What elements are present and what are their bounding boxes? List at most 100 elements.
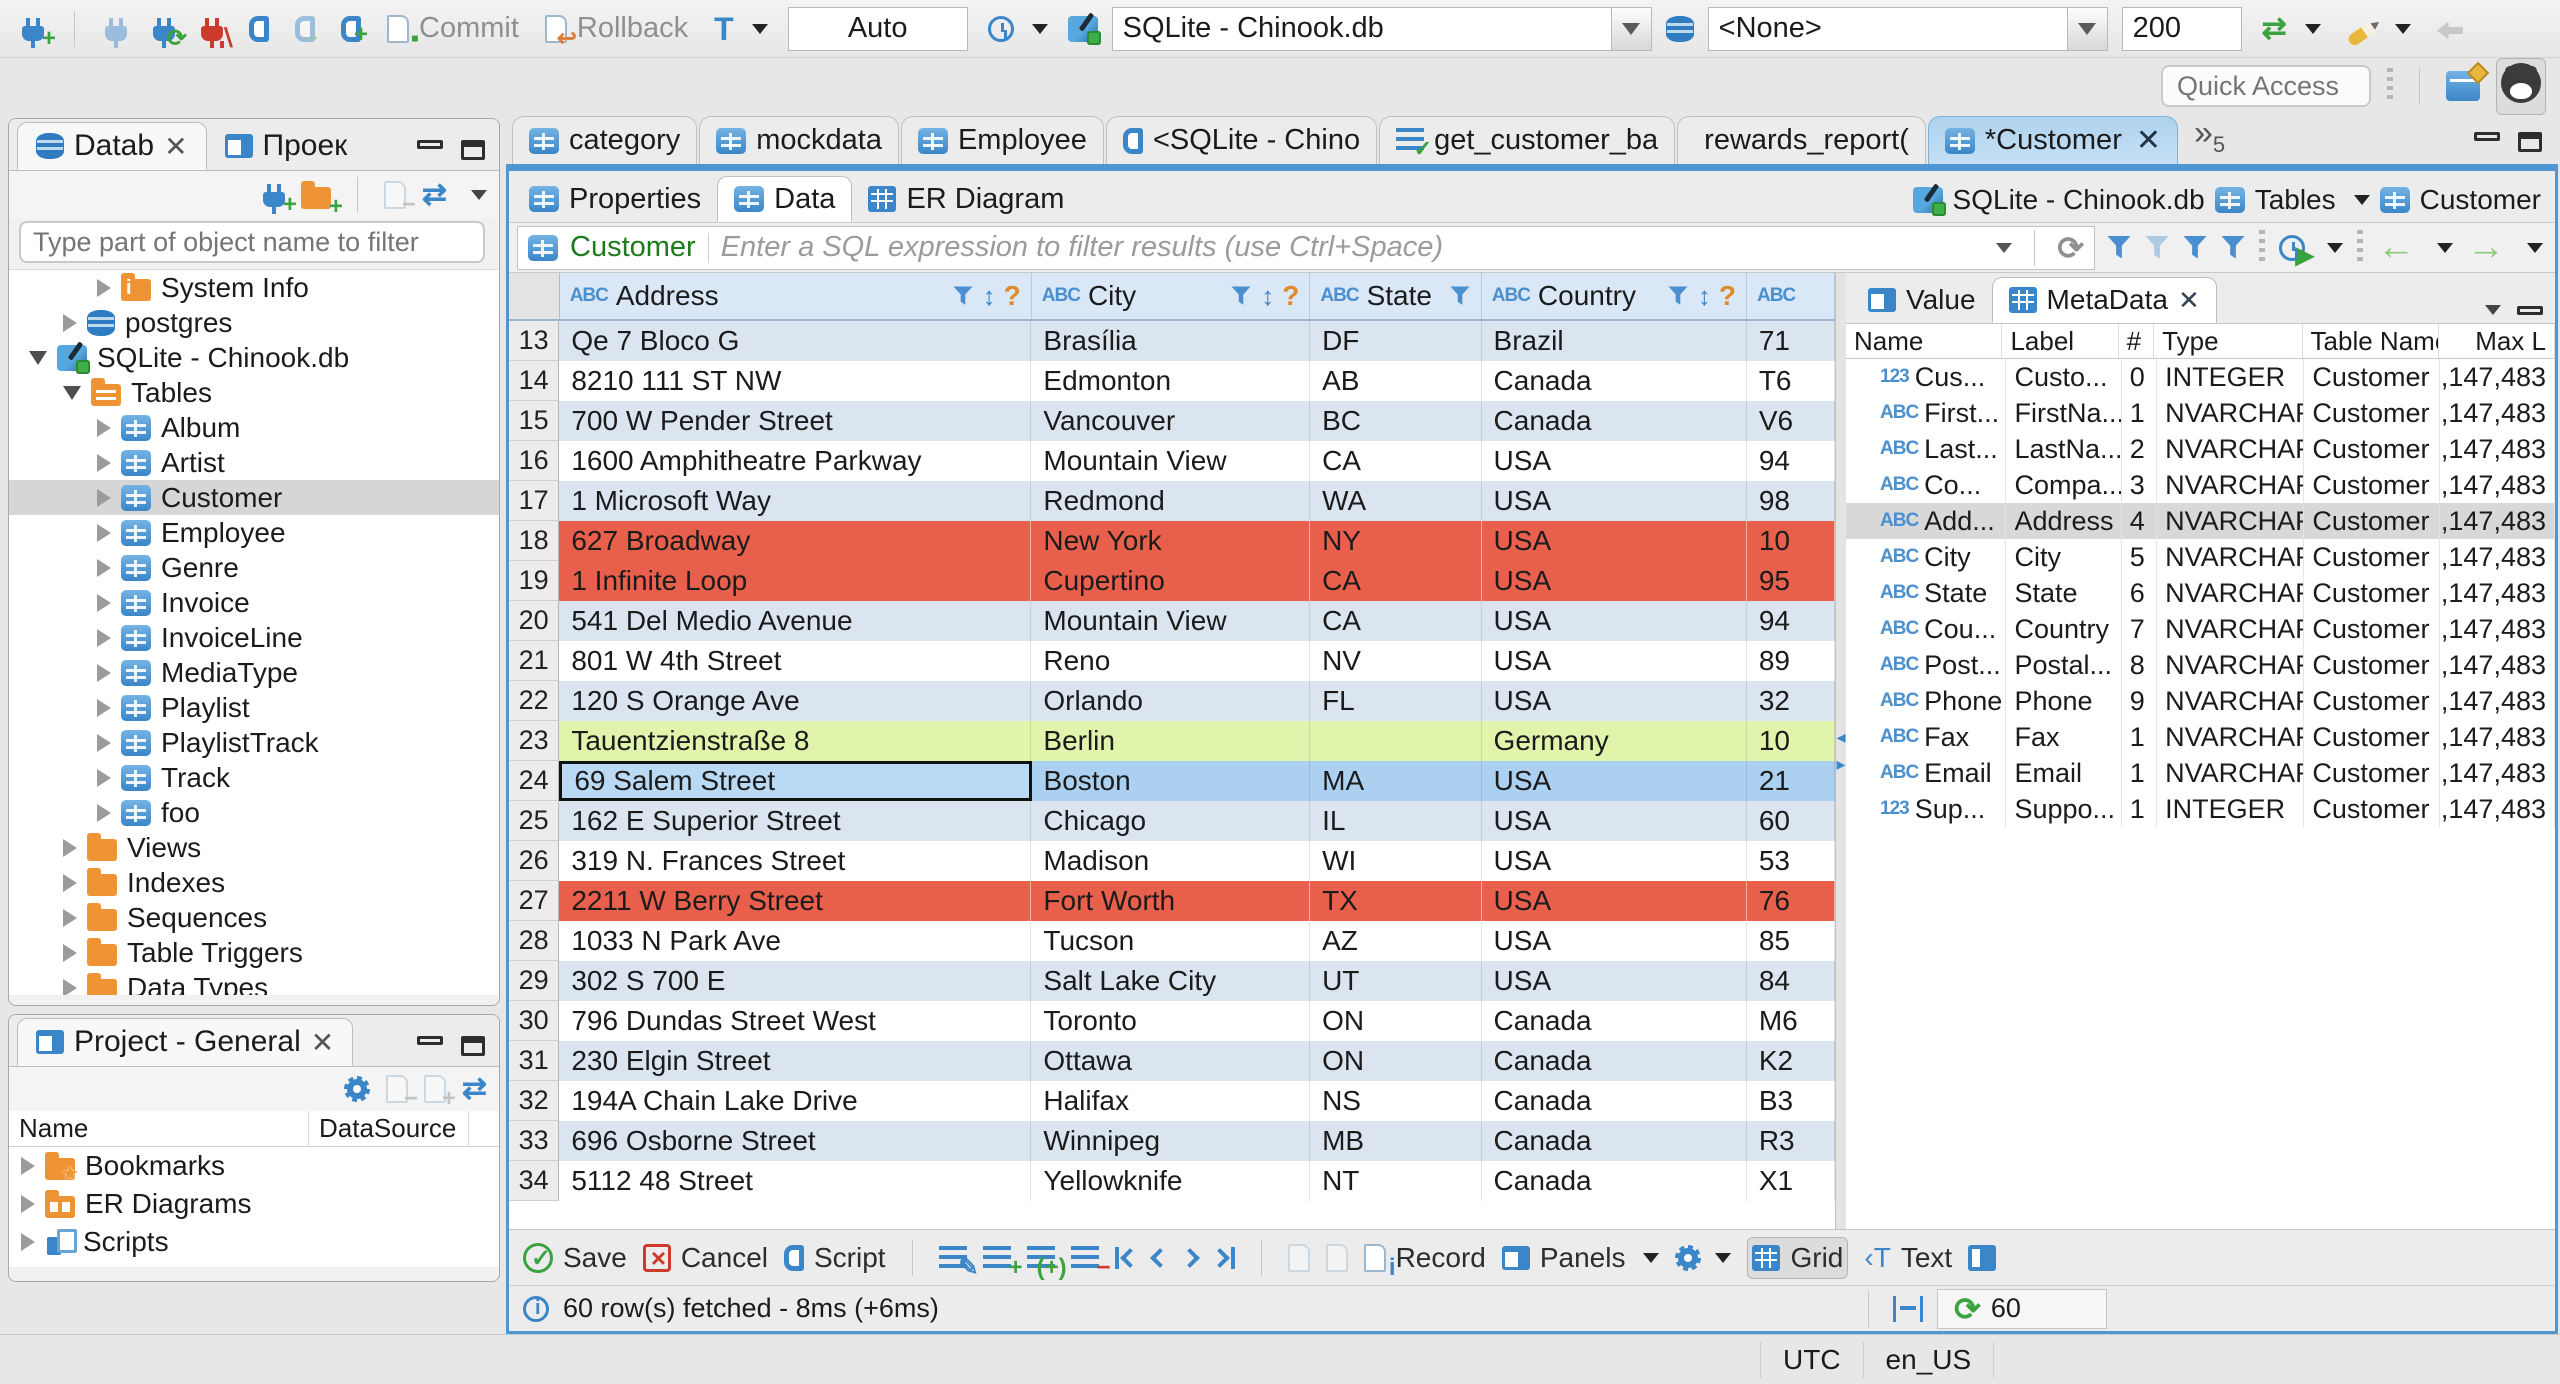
cell-state[interactable]: NY [1310,521,1482,561]
view-menu-icon[interactable] [2485,305,2501,315]
table-row[interactable]: 13 Qe 7 Bloco G Brasília DF Brazil 71 [509,321,1835,361]
fit-width-icon[interactable] [1893,1295,1923,1322]
collapsed-arrow-icon[interactable] [63,313,77,332]
cell-partial[interactable]: 10 [1746,521,1835,561]
editor-tab-employee[interactable]: Employee [900,116,1104,164]
last-row-button[interactable] [1209,1246,1235,1269]
reconnect-button[interactable]: ⟳ [147,13,187,50]
cell-state[interactable]: NV [1310,641,1482,681]
collapsed-arrow-icon[interactable] [97,453,111,472]
cell-state[interactable] [1310,721,1482,761]
meta-column-type[interactable]: Type [2154,324,2303,358]
editor-tab-sqlite-chino[interactable]: <SQLite - Chino [1105,116,1378,164]
cell-partial[interactable]: 10 [1746,721,1835,761]
cell-address[interactable]: 627 Broadway [559,521,1032,561]
metadata-row[interactable]: ABCPost...Postal...8NVARCHARCustomer2,14… [1846,647,2555,683]
metadata-row[interactable]: 123Sup...Suppo...1INTEGERCustomer2,147,4… [1846,791,2555,827]
filter-funnel-icon[interactable] [953,286,973,305]
new-connection-icon[interactable]: + [262,184,297,217]
table-row[interactable]: 30 796 Dundas Street West Toronto ON Canada M… [509,1001,1835,1041]
filter-funnel-icon[interactable] [1231,286,1251,305]
expand-icon[interactable]: + [423,1075,456,1111]
cell-partial[interactable]: V6 [1746,401,1835,441]
cell-partial[interactable]: 21 [1746,761,1835,801]
txn-mode-combo[interactable]: Auto [787,6,968,51]
cell-partial[interactable]: 95 [1746,561,1835,601]
collapse-icon[interactable]: − [385,1075,418,1111]
combo-drop-button[interactable] [2066,7,2107,50]
column-header-city[interactable]: ABC City ↕? [1032,273,1311,319]
cell-address[interactable]: 796 Dundas Street West [559,1001,1032,1041]
metadata-row[interactable]: ABCPhonePhone9NVARCHARCustomer2,147,483 [1846,683,2555,719]
metadata-row[interactable]: ABCCou...Country7NVARCHARCustomer2,147,4… [1846,611,2555,647]
tree-item-data-types[interactable]: Data Types [9,970,499,995]
close-icon[interactable]: ✕ [311,1026,334,1059]
cell-partial[interactable]: 60 [1746,801,1835,841]
tab-properties[interactable]: Properties [513,176,717,222]
cell-address[interactable]: 69 Salem Street [559,761,1032,801]
cell-city[interactable]: Chicago [1031,801,1311,841]
sql-filter-input[interactable] [720,231,1977,264]
disconnect-button[interactable]: ∖ [195,13,235,50]
minimize-icon[interactable] [2474,132,2500,141]
cell-country[interactable]: USA [1481,641,1747,681]
table-row[interactable]: 23 Tauentzienstraße 8 Berlin Germany 10 [509,721,1835,761]
cell-country[interactable]: USA [1481,681,1747,721]
tree-item-album[interactable]: Album [9,410,499,445]
collapsed-arrow-icon[interactable] [63,838,77,857]
tree-item-system-info[interactable]: System Info [9,270,499,305]
link-with-editor-icon[interactable]: ⇄ [462,1074,487,1104]
cell-city[interactable]: Mountain View [1031,601,1311,641]
table-row[interactable]: 32 194A Chain Lake Drive Halifax NS Canada B3 [509,1081,1835,1121]
collapsed-arrow-icon[interactable] [63,873,77,892]
cell-partial[interactable]: M6 [1746,1001,1835,1041]
maximize-icon[interactable] [461,1036,485,1056]
column-header-name[interactable]: Name [9,1111,309,1146]
collapsed-arrow-icon[interactable] [97,418,111,437]
open-perspective-icon[interactable] [2446,71,2480,101]
cell-state[interactable]: MA [1310,761,1482,801]
combo-drop-button[interactable] [1610,7,1651,50]
tree-item-indexes[interactable]: Indexes [9,865,499,900]
cell-partial[interactable]: 32 [1746,681,1835,721]
link-with-editor-icon[interactable]: ⇄ [422,180,447,210]
cell-city[interactable]: Edmonton [1031,361,1311,401]
rollback-button[interactable]: ↩ Rollback [539,8,694,50]
tree-item-sqlite-chinook-db[interactable]: SQLite - Chinook.db [9,340,499,375]
cell-address[interactable]: 5112 48 Street [559,1161,1032,1201]
tab-project-general[interactable]: Project - General ✕ [17,1018,354,1066]
cell-country[interactable]: USA [1481,561,1747,601]
close-icon[interactable]: ✕ [164,130,187,163]
collapsed-arrow-icon[interactable] [63,943,77,962]
table-row[interactable]: 26 319 N. Frances Street Madison WI USA 53 [509,841,1835,881]
panels-button[interactable]: Panels [1501,1242,1660,1274]
cell-country[interactable]: Canada [1481,1001,1747,1041]
transaction-mode-button[interactable]: T [708,10,774,48]
dbeaver-perspective-button[interactable] [2496,57,2546,115]
sort-icon[interactable]: ↕ [983,281,996,312]
editor-tab-customer[interactable]: *Customer ✕ [1927,116,2178,164]
cell-city[interactable]: Tucson [1031,921,1311,961]
cell-partial[interactable]: 71 [1746,321,1835,361]
cell-state[interactable]: FL [1310,681,1482,721]
cell-country[interactable]: USA [1481,601,1747,641]
cell-partial[interactable]: 94 [1746,441,1835,481]
schema-combo[interactable]: <None> [1707,6,2108,51]
metadata-row[interactable]: ABCAdd...Address4NVARCHARCustomer2,147,4… [1846,503,2555,539]
tab-er-diagram[interactable]: ER Diagram [852,176,1080,222]
clear-filter-icon[interactable]: × [2145,235,2169,259]
column-header-state[interactable]: ABCState↕? [1310,273,1482,319]
collapsed-arrow-icon[interactable] [97,523,111,542]
cell-address[interactable]: 194A Chain Lake Drive [559,1081,1032,1121]
cell-partial[interactable]: 53 [1746,841,1835,881]
cell-country[interactable]: Brazil [1481,321,1747,361]
cell-country[interactable]: USA [1481,881,1747,921]
metadata-row[interactable]: 123Cus...Custo...0INTEGERCustomer2,147,4… [1846,359,2555,395]
next-row-button[interactable] [1179,1247,1200,1268]
meta-column-label[interactable]: Label [2002,324,2119,358]
collapsed-arrow-icon[interactable] [97,698,111,717]
first-row-button[interactable] [1114,1246,1140,1269]
tree-item-employee[interactable]: Employee [9,515,499,550]
cell-city[interactable]: Salt Lake City [1031,961,1311,1001]
table-row[interactable]: 34 5112 48 Street Yellowknife NT Canada X1 [509,1161,1835,1201]
